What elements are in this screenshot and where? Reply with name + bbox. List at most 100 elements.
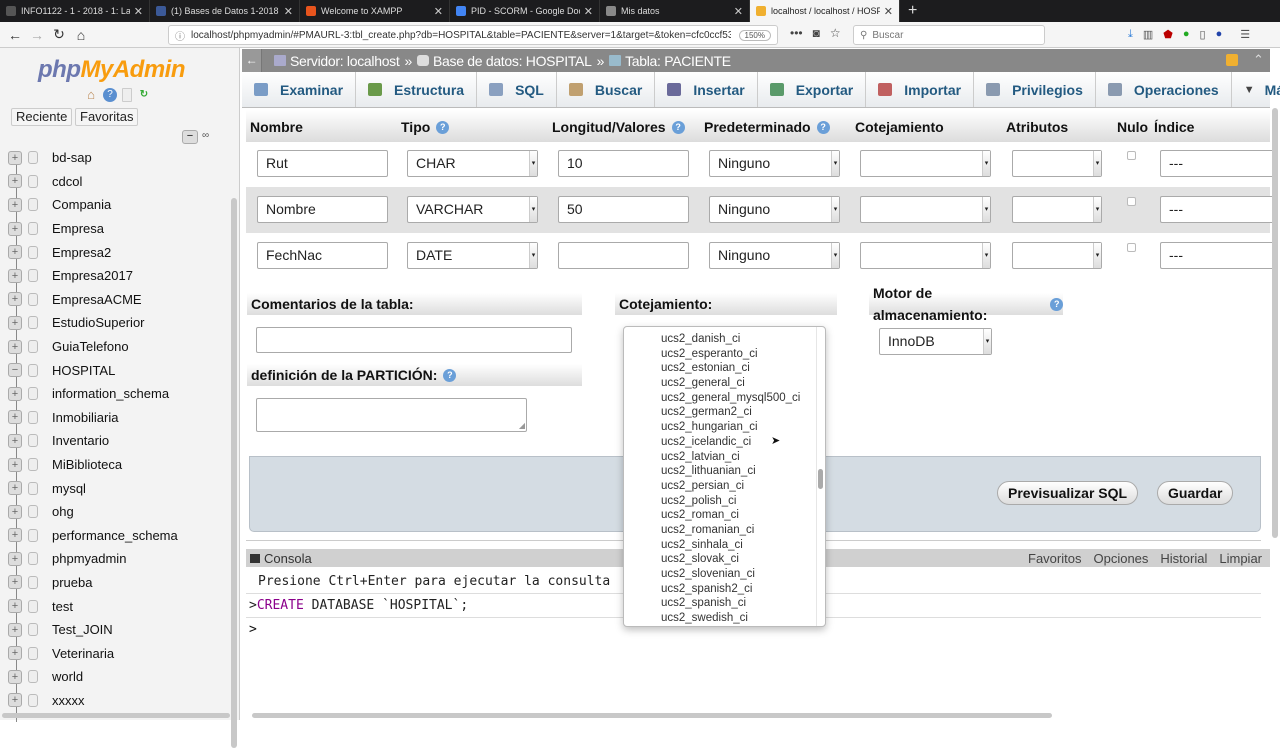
expand-icon[interactable]: + — [8, 669, 22, 684]
tab-examinar[interactable]: Examinar — [242, 72, 357, 107]
link-with-main-icon[interactable]: ∞ — [202, 130, 209, 141]
extension-icon[interactable]: ● — [1183, 28, 1190, 41]
close-tab-icon[interactable]: ✕ — [734, 5, 743, 18]
expand-icon[interactable]: + — [8, 315, 22, 330]
close-tab-icon[interactable]: ✕ — [584, 5, 593, 18]
database-name[interactable]: mysql — [52, 481, 86, 496]
breadcrumb-table[interactable]: Tabla: PACIENTE — [609, 53, 731, 69]
browser-tab[interactable]: PID - SCORM - Google Docs ✕ — [450, 0, 600, 22]
field-attributes-select[interactable]: ▾ — [1012, 242, 1102, 269]
field-length-input[interactable] — [558, 242, 689, 269]
collation-option[interactable]: ucs2_swedish_ci — [624, 611, 825, 626]
browser-tab[interactable]: (1) Bases de Datos 1-2018 ✕ — [150, 0, 300, 22]
field-default-select[interactable]: Ninguno ▾ — [709, 150, 840, 177]
field-null-checkbox[interactable] — [1127, 243, 1136, 252]
collation-option[interactable]: ucs2_esperanto_ci — [624, 347, 825, 362]
browser-tab[interactable]: INFO1122 - 1 - 2018 - 1: Labora ✕ — [0, 0, 150, 22]
database-name[interactable]: phpmyadmin — [52, 551, 126, 566]
database-name[interactable]: MiBiblioteca — [52, 457, 122, 472]
table-comments-input[interactable] — [256, 327, 572, 353]
collation-dropdown-list[interactable]: ucs2_danish_ci ucs2_esperanto_ci ucs2_esto… — [623, 326, 826, 627]
tab-privilegios[interactable]: Privilegios — [974, 72, 1096, 107]
collation-option[interactable]: ucs2_estonian_ci — [624, 361, 825, 376]
tab-sql[interactable]: SQL — [477, 72, 557, 107]
field-collation-select[interactable]: ▾ — [860, 242, 991, 269]
favorite-tables-button[interactable]: Favoritas — [75, 108, 139, 126]
collation-option[interactable]: ucs2_persian_ci — [624, 479, 825, 494]
tab-insertar[interactable]: Insertar — [655, 72, 758, 107]
collation-option[interactable]: ucs2_slovenian_ci — [624, 567, 825, 582]
field-type-select[interactable]: VARCHAR ▾ — [407, 196, 538, 223]
field-type-select[interactable]: DATE ▾ — [407, 242, 538, 269]
forward-icon[interactable]: → — [26, 27, 48, 43]
console-link-favoritos[interactable]: Favoritos — [1028, 551, 1081, 566]
close-tab-icon[interactable]: ✕ — [284, 5, 293, 18]
database-name[interactable]: Empresa2017 — [52, 268, 133, 283]
sidebar-database-item[interactable]: + information_schema — [8, 382, 230, 406]
database-name[interactable]: HOSPITAL — [52, 363, 115, 378]
more-actions-icon[interactable]: ••• — [790, 26, 803, 40]
field-collation-select[interactable]: ▾ — [860, 196, 991, 223]
preview-sql-button[interactable]: Previsualizar SQL — [997, 481, 1139, 505]
expand-icon[interactable]: + — [8, 646, 22, 661]
breadcrumb-server[interactable]: Servidor: localhost — [274, 53, 400, 69]
expand-icon[interactable]: + — [8, 386, 22, 401]
database-name[interactable]: bd-sap — [52, 150, 92, 165]
sidebar-scrollbar[interactable] — [231, 198, 237, 748]
field-null-checkbox[interactable] — [1127, 197, 1136, 206]
collation-option[interactable]: ucs2_slovak_ci — [624, 552, 825, 567]
collation-option[interactable]: ucs2_romanian_ci — [624, 523, 825, 538]
expand-icon[interactable]: + — [8, 457, 22, 472]
tab-exportar[interactable]: Exportar — [758, 72, 867, 107]
docs-icon[interactable] — [122, 88, 132, 102]
sidebar-database-item[interactable]: + Empresa2 — [8, 240, 230, 264]
sidebar-database-item[interactable]: + Empresa2017 — [8, 264, 230, 288]
sidebar-database-item[interactable]: + mysql — [8, 476, 230, 500]
help-icon[interactable]: ? — [671, 120, 685, 134]
collation-option[interactable]: ucs2_spanish_ci — [624, 596, 825, 611]
menu-icon[interactable]: ☰ — [1240, 28, 1250, 41]
expand-icon[interactable]: + — [8, 528, 22, 543]
collation-option[interactable]: ucs2_polish_ci — [624, 494, 825, 509]
collation-option[interactable]: ucs2_general_ci — [624, 376, 825, 391]
database-name[interactable]: Compania — [52, 197, 111, 212]
home-icon[interactable]: ⌂ — [70, 27, 92, 43]
new-tab-button[interactable]: + — [900, 0, 925, 22]
bookmark-star-icon[interactable]: ☆ — [830, 26, 841, 40]
help-icon[interactable]: ? — [103, 88, 117, 102]
storage-engine-select[interactable]: InnoDB ▾ — [879, 328, 992, 355]
collapse-all-icon[interactable]: − — [182, 130, 198, 144]
reload-icon[interactable]: ↻ — [48, 26, 70, 43]
ublock-icon[interactable]: ⬟ — [1163, 28, 1173, 41]
zoom-level[interactable]: 150% — [738, 29, 771, 41]
help-icon[interactable]: ? — [443, 368, 457, 382]
home-icon[interactable]: ⌂ — [84, 88, 98, 102]
help-icon[interactable]: ? — [1050, 297, 1063, 311]
close-tab-icon[interactable]: ✕ — [134, 5, 143, 18]
lock-icon[interactable] — [1226, 54, 1238, 66]
sidebar-database-item[interactable]: + Veterinaria — [8, 641, 230, 665]
expand-icon[interactable]: + — [8, 551, 22, 566]
expand-icon[interactable]: + — [8, 693, 22, 708]
console-link-limpiar[interactable]: Limpiar — [1219, 551, 1262, 566]
field-name-input[interactable]: Nombre — [257, 196, 388, 223]
expand-icon[interactable]: + — [8, 245, 22, 260]
console-title[interactable]: Consola — [264, 551, 312, 566]
expand-icon[interactable]: + — [8, 268, 22, 283]
tab-estructura[interactable]: Estructura — [356, 72, 478, 107]
sidebar-database-item[interactable]: + GuiaTelefono — [8, 335, 230, 359]
browser-tab[interactable]: localhost / localhost / HOSPITA ✕ — [750, 0, 900, 22]
sidebar-database-item[interactable]: + MiBiblioteca — [8, 453, 230, 477]
console-query[interactable]: >CREATE DATABASE `HOSPITAL`; — [249, 598, 468, 613]
database-name[interactable]: Empresa — [52, 221, 104, 236]
field-index-select[interactable]: --- — [1160, 150, 1275, 177]
save-button[interactable]: Guardar — [1157, 481, 1234, 505]
tab-operaciones[interactable]: Operaciones — [1096, 72, 1232, 107]
collation-option[interactable]: ucs2_lithuanian_ci — [624, 464, 825, 479]
database-name[interactable]: Inmobiliaria — [52, 410, 118, 425]
help-icon[interactable]: ? — [436, 120, 450, 134]
back-icon[interactable]: ← — [4, 27, 26, 43]
expand-icon[interactable]: + — [8, 622, 22, 637]
console-input-prompt[interactable]: > — [249, 622, 257, 637]
collation-option[interactable]: ucs2_latvian_ci — [624, 450, 825, 465]
